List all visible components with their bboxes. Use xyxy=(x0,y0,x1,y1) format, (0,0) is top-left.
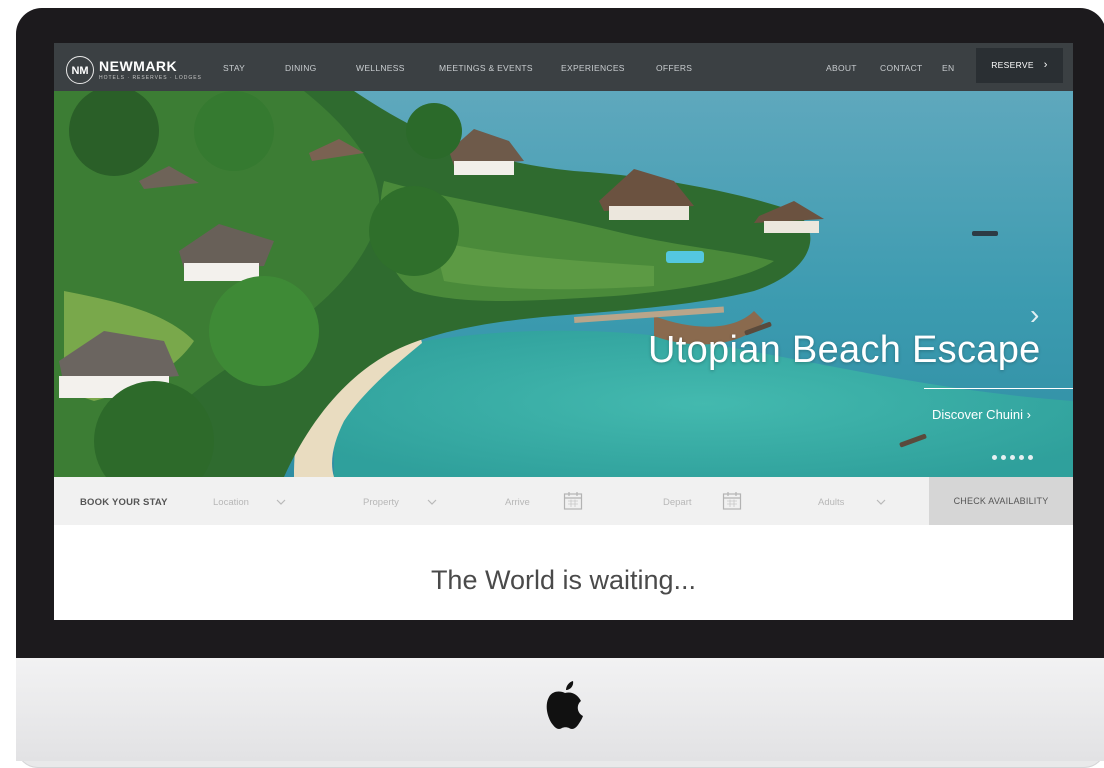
adults-select[interactable]: Adults xyxy=(818,497,844,508)
brand-monogram: NM xyxy=(66,56,94,84)
calendar-icon[interactable] xyxy=(722,491,742,511)
apple-logo-icon xyxy=(546,681,583,729)
slider-dots xyxy=(992,447,1037,465)
nav-item-stay[interactable]: STAY xyxy=(223,63,245,73)
chevron-down-icon xyxy=(427,499,437,505)
nav-item-about[interactable]: ABOUT xyxy=(826,63,857,73)
slider-dot-3[interactable] xyxy=(1010,455,1015,460)
reserve-label: RESERVE xyxy=(991,60,1034,70)
check-availability-button[interactable]: CHECK AVAILABILITY xyxy=(929,477,1073,525)
depart-date-field[interactable]: Depart xyxy=(663,497,692,508)
website-screen: NM NEWMARK HOTELS · RESERVES · LODGES ST… xyxy=(54,43,1073,620)
slider-next-arrow-icon[interactable]: › xyxy=(1030,299,1039,331)
slider-dot-2[interactable] xyxy=(1001,455,1006,460)
arrive-date-field[interactable]: Arrive xyxy=(505,497,530,508)
brand-name: NEWMARK xyxy=(99,58,178,74)
hero-title: Utopian Beach Escape xyxy=(648,329,1041,371)
booking-bar: BOOK YOUR STAY Location Property Arrive … xyxy=(54,477,1073,525)
calendar-icon[interactable] xyxy=(563,491,583,511)
nav-item-dining[interactable]: DINING xyxy=(285,63,317,73)
chevron-down-icon xyxy=(876,499,886,505)
chevron-down-icon xyxy=(276,499,286,505)
book-your-stay-label: BOOK YOUR STAY xyxy=(80,497,168,508)
nav-item-meetings-events[interactable]: MEETINGS & EVENTS xyxy=(439,63,533,73)
nav-item-contact[interactable]: CONTACT xyxy=(880,63,923,73)
nav-item-wellness[interactable]: WELLNESS xyxy=(356,63,405,73)
chevron-right-icon: › xyxy=(1043,59,1048,71)
nav-item-experiences[interactable]: EXPERIENCES xyxy=(561,63,625,73)
nav-item-offers[interactable]: OFFERS xyxy=(656,63,692,73)
slider-dot-5[interactable] xyxy=(1028,455,1033,460)
discover-link[interactable]: Discover Chuini › xyxy=(932,407,1031,422)
slider-dot-4[interactable] xyxy=(1019,455,1024,460)
hero-slider: › Utopian Beach Escape Discover Chuini › xyxy=(54,91,1073,477)
top-navigation: NM NEWMARK HOTELS · RESERVES · LODGES ST… xyxy=(54,43,1073,91)
hero-divider xyxy=(924,388,1073,389)
location-select[interactable]: Location xyxy=(213,497,249,508)
brand-tagline: HOTELS · RESERVES · LODGES xyxy=(99,75,202,81)
slider-dot-1[interactable] xyxy=(992,455,997,460)
property-select[interactable]: Property xyxy=(363,497,399,508)
reserve-button[interactable]: RESERVE › xyxy=(976,48,1063,83)
language-selector[interactable]: EN xyxy=(942,63,954,73)
hero-island-image xyxy=(54,91,1073,477)
page-tagline: The World is waiting... xyxy=(430,565,697,595)
